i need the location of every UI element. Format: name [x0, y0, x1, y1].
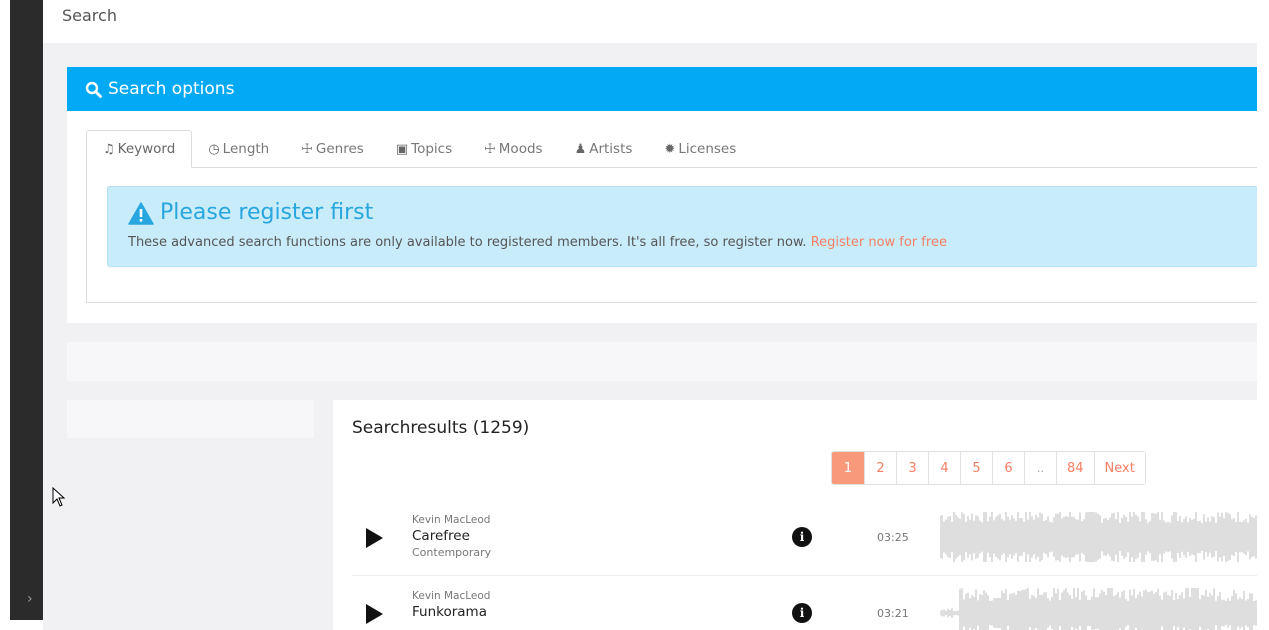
tab-label: Keyword — [117, 141, 176, 157]
alert-message: These advanced search functions are only… — [128, 235, 947, 250]
page-1-button[interactable]: 1 — [832, 452, 864, 484]
tab-label: Topics — [411, 141, 453, 157]
tab-artists[interactable]: ♟ Artists — [559, 130, 649, 168]
tab-licenses[interactable]: ✹ Licenses — [648, 130, 752, 168]
tab-label: Licenses — [678, 141, 737, 157]
alert-message-text: These advanced search functions are only… — [128, 235, 807, 250]
play-icon[interactable] — [366, 528, 383, 548]
chevron-right-icon[interactable]: › — [27, 590, 33, 608]
track-duration: 03:25 — [877, 531, 909, 544]
tab-moods[interactable]: ☩ Moods — [468, 130, 558, 168]
results-title: Searchresults (1259) — [352, 418, 530, 438]
mouse-cursor-icon — [52, 487, 66, 507]
search-options-title: Search options — [108, 79, 235, 99]
next-page-button[interactable]: Next — [1093, 452, 1145, 484]
track-title[interactable]: Carefree — [412, 528, 470, 544]
page-ellipsis: .. — [1024, 452, 1056, 484]
track-artist[interactable]: Kevin MacLeod — [412, 514, 490, 526]
page-84-button[interactable]: 84 — [1056, 452, 1094, 484]
page-header: Search — [43, 0, 1257, 43]
track-artist[interactable]: Kevin MacLeod — [412, 590, 490, 602]
pagination: 1 2 3 4 5 6 .. 84 Next — [831, 451, 1146, 485]
info-icon[interactable]: i — [792, 603, 812, 623]
page-5-button[interactable]: 5 — [960, 452, 992, 484]
filter-bar — [67, 342, 1257, 381]
keyword-tab-panel: Please register first These advanced sea… — [86, 167, 1257, 303]
music-note-icon: ♫ — [103, 141, 115, 157]
drums-icon: ☩ — [301, 141, 313, 157]
certificate-icon: ✹ — [664, 141, 676, 157]
tab-genres[interactable]: ☩ Genres — [285, 130, 380, 168]
alert-title: Please register first — [128, 199, 373, 227]
tab-label: Length — [222, 141, 270, 157]
images-icon: ▣ — [395, 141, 409, 157]
register-link[interactable]: Register now for free — [811, 235, 947, 250]
left-margin — [0, 0, 10, 630]
sidebar: › — [10, 0, 43, 620]
track-duration: 03:21 — [877, 607, 909, 620]
page-6-button[interactable]: 6 — [992, 452, 1024, 484]
page-3-button[interactable]: 3 — [896, 452, 928, 484]
tab-length[interactable]: ◷ Length — [192, 130, 285, 168]
alert-title-text: Please register first — [160, 200, 374, 225]
tab-keyword[interactable]: ♫ Keyword — [86, 130, 193, 168]
track-row: Kevin MacLeod Carefree Contemporary i 03… — [352, 504, 1257, 576]
waveform[interactable] — [940, 588, 1257, 630]
search-options-header: Search options — [67, 67, 1257, 111]
tab-label: Genres — [315, 141, 364, 157]
track-row: Kevin MacLeod Funkorama i 03:21 — [352, 580, 1257, 630]
search-tabs: ♫ Keyword ◷ Length ☩ Genres ▣ Topics ☩ M… — [86, 130, 1257, 168]
tab-label: Artists — [589, 141, 633, 157]
register-alert: Please register first These advanced sea… — [107, 186, 1257, 267]
clock-icon: ◷ — [208, 141, 220, 157]
tab-topics[interactable]: ▣ Topics — [380, 130, 468, 168]
track-genre[interactable]: Contemporary — [412, 546, 491, 559]
play-icon[interactable] — [366, 604, 383, 624]
side-panel — [67, 400, 314, 438]
tab-label: Moods — [498, 141, 543, 157]
page-4-button[interactable]: 4 — [928, 452, 960, 484]
waveform[interactable] — [940, 512, 1257, 562]
track-title[interactable]: Funkorama — [412, 604, 487, 620]
search-options-card: Search options ♫ Keyword ◷ Length ☩ Genr… — [67, 67, 1257, 323]
warning-icon — [128, 201, 154, 225]
page-title: Search — [62, 6, 117, 25]
info-icon[interactable]: i — [792, 527, 812, 547]
search-results: Searchresults (1259) 1 2 3 4 5 6 .. 84 N… — [333, 400, 1257, 630]
search-icon — [85, 81, 102, 98]
main-content: Search Search options ♫ Keyword ◷ Length… — [43, 0, 1257, 630]
user-icon: ♟ — [574, 141, 587, 157]
page-2-button[interactable]: 2 — [864, 452, 896, 484]
drums-icon: ☩ — [484, 141, 496, 157]
